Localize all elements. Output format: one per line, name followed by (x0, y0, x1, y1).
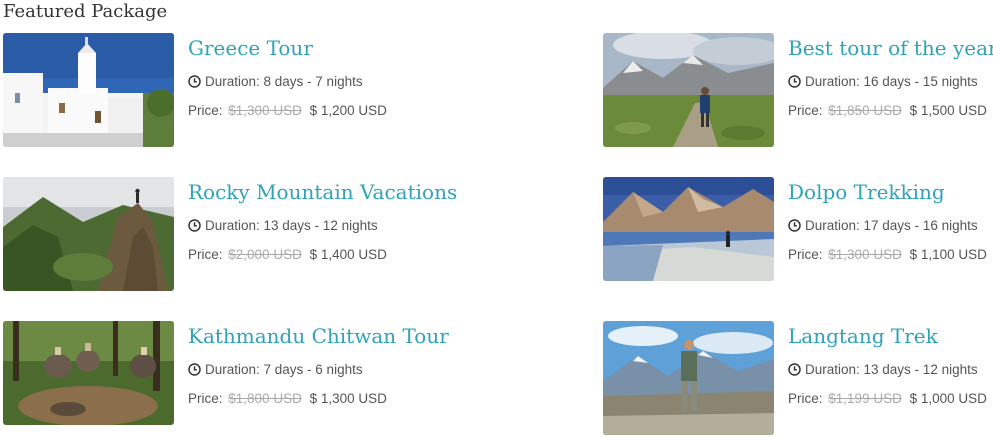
price-label: Price: (188, 391, 223, 406)
price-label: Price: (788, 391, 823, 406)
old-price: $1,300 USD (228, 103, 302, 118)
package-duration: Duration: 17 days - 16 nights (788, 218, 978, 233)
package-duration: Duration: 13 days - 12 nights (788, 362, 978, 377)
price-label: Price: (188, 103, 223, 118)
package-card-langtang-trek[interactable]: Langtang Trek Duration: 13 days - 12 nig… (603, 321, 993, 436)
old-price: $2,000 USD (228, 247, 302, 262)
package-title[interactable]: Dolpo Trekking (788, 179, 945, 205)
dolpo-lake-photo[interactable] (603, 177, 774, 281)
current-price: $ 1,300 USD (309, 391, 387, 406)
current-price: $ 1,000 USD (909, 391, 987, 406)
clock-icon (188, 75, 201, 88)
old-price: $1,300 USD (828, 247, 902, 262)
package-title[interactable]: Kathmandu Chitwan Tour (188, 323, 449, 349)
price-label: Price: (188, 247, 223, 262)
package-card-rocky-mountain[interactable]: Rocky Mountain Vacations Duration: 13 da… (3, 177, 457, 292)
package-duration: Duration: 13 days - 12 nights (188, 218, 378, 233)
package-duration: Duration: 8 days - 7 nights (188, 74, 363, 89)
clock-icon (188, 219, 201, 232)
elephant-safari-photo[interactable] (3, 321, 174, 425)
old-price: $1,199 USD (828, 391, 902, 406)
package-title[interactable]: Rocky Mountain Vacations (188, 179, 457, 205)
rocky-peak-photo[interactable] (3, 177, 174, 291)
duration-text: Duration: 8 days - 7 nights (205, 74, 363, 89)
package-price: Price: $1,300 USD $ 1,100 USD (788, 247, 987, 262)
package-card-best-tour[interactable]: Best tour of the year Duration: 16 days … (603, 33, 993, 148)
mountain-hiker-photo[interactable] (603, 33, 774, 147)
package-price: Price: $1,199 USD $ 1,000 USD (788, 391, 987, 406)
package-card-kathmandu-chitwan[interactable]: Kathmandu Chitwan Tour Duration: 7 days … (3, 321, 449, 436)
clock-icon (788, 219, 801, 232)
package-card-greece-tour[interactable]: Greece Tour Duration: 8 days - 7 nights … (3, 33, 423, 148)
duration-text: Duration: 13 days - 12 nights (205, 218, 378, 233)
section-title: Featured Package (3, 1, 168, 22)
package-price: Price: $2,000 USD $ 1,400 USD (188, 247, 387, 262)
old-price: $1,800 USD (228, 391, 302, 406)
package-duration: Duration: 16 days - 15 nights (788, 74, 978, 89)
duration-text: Duration: 13 days - 12 nights (805, 362, 978, 377)
package-card-dolpo-trekking[interactable]: Dolpo Trekking Duration: 17 days - 16 ni… (603, 177, 993, 292)
duration-text: Duration: 17 days - 16 nights (805, 218, 978, 233)
clock-icon (788, 363, 801, 376)
langtang-hiker-photo[interactable] (603, 321, 774, 435)
package-price: Price: $1,300 USD $ 1,200 USD (188, 103, 387, 118)
current-price: $ 1,200 USD (309, 103, 387, 118)
greece-church-photo[interactable] (3, 33, 174, 147)
package-duration: Duration: 7 days - 6 nights (188, 362, 363, 377)
old-price: $1,850 USD (828, 103, 902, 118)
duration-text: Duration: 16 days - 15 nights (805, 74, 978, 89)
duration-text: Duration: 7 days - 6 nights (205, 362, 363, 377)
package-title[interactable]: Langtang Trek (788, 323, 938, 349)
clock-icon (188, 363, 201, 376)
current-price: $ 1,100 USD (909, 247, 987, 262)
package-price: Price: $1,850 USD $ 1,500 USD (788, 103, 987, 118)
package-title[interactable]: Greece Tour (188, 35, 313, 61)
package-title[interactable]: Best tour of the year (788, 35, 993, 61)
clock-icon (788, 75, 801, 88)
current-price: $ 1,500 USD (909, 103, 987, 118)
price-label: Price: (788, 247, 823, 262)
current-price: $ 1,400 USD (309, 247, 387, 262)
price-label: Price: (788, 103, 823, 118)
package-price: Price: $1,800 USD $ 1,300 USD (188, 391, 387, 406)
